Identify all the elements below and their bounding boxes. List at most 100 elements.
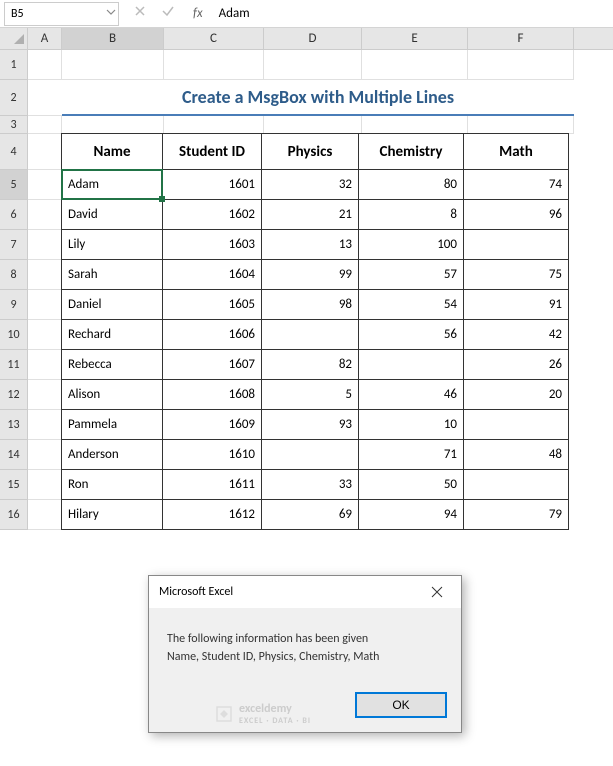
cell-math[interactable]: 26 (463, 349, 569, 380)
cell[interactable] (362, 50, 468, 80)
cell-math[interactable]: 74 (463, 169, 569, 200)
row-header-2[interactable]: 2 (0, 80, 28, 116)
cell[interactable] (28, 116, 62, 134)
col-header-D[interactable]: D (264, 28, 362, 49)
cell[interactable] (28, 134, 62, 170)
cell[interactable] (264, 116, 362, 134)
cells-area[interactable]: Create a MsgBox with Multiple Lines Name… (28, 50, 613, 530)
cell-math[interactable]: 79 (463, 499, 569, 530)
cell-id[interactable]: 1604 (162, 259, 262, 290)
cell-chemistry[interactable] (358, 349, 464, 380)
cell-id[interactable]: 1601 (162, 169, 262, 200)
col-header-A[interactable]: A (28, 28, 62, 49)
cell-id[interactable]: 1603 (162, 229, 262, 260)
chevron-down-icon[interactable] (106, 7, 116, 21)
cell[interactable] (362, 116, 468, 134)
cell-name[interactable]: Sarah (61, 259, 163, 290)
cell[interactable] (164, 116, 264, 134)
cell-chemistry[interactable]: 50 (358, 469, 464, 500)
name-box[interactable]: B5 (4, 2, 119, 26)
cell[interactable] (28, 320, 62, 350)
table-header-name[interactable]: Name (61, 133, 163, 170)
cell-name[interactable]: Adam (61, 169, 163, 200)
cell[interactable] (28, 470, 62, 500)
cell-name[interactable]: David (61, 199, 163, 230)
table-header-physics[interactable]: Physics (261, 133, 359, 170)
row-header-5[interactable]: 5 (0, 170, 28, 200)
cell[interactable] (468, 50, 574, 80)
col-header-E[interactable]: E (362, 28, 468, 49)
row-header-1[interactable]: 1 (0, 50, 28, 80)
cell[interactable] (28, 260, 62, 290)
cell-name[interactable]: Pammela (61, 409, 163, 440)
cell[interactable] (28, 170, 62, 200)
cell[interactable] (264, 50, 362, 80)
cell-physics[interactable]: 93 (261, 409, 359, 440)
cell-physics[interactable] (261, 439, 359, 470)
cell-name[interactable]: Hilary (61, 499, 163, 530)
cell-id[interactable]: 1602 (162, 199, 262, 230)
cell-id[interactable]: 1611 (162, 469, 262, 500)
row-header-15[interactable]: 15 (0, 470, 28, 500)
cell-id[interactable]: 1612 (162, 499, 262, 530)
cell-physics[interactable]: 13 (261, 229, 359, 260)
check-icon[interactable] (161, 4, 175, 23)
cell-chemistry[interactable]: 54 (358, 289, 464, 320)
cell-chemistry[interactable]: 56 (358, 319, 464, 350)
cell-chemistry[interactable]: 8 (358, 199, 464, 230)
cell-physics[interactable]: 5 (261, 379, 359, 410)
table-header-math[interactable]: Math (463, 133, 569, 170)
cell[interactable] (28, 440, 62, 470)
select-all-corner[interactable] (0, 28, 28, 49)
cell-id[interactable]: 1607 (162, 349, 262, 380)
cell-chemistry[interactable]: 100 (358, 229, 464, 260)
row-header-7[interactable]: 7 (0, 230, 28, 260)
cell-chemistry[interactable]: 57 (358, 259, 464, 290)
cell[interactable] (28, 80, 62, 116)
cell-physics[interactable]: 99 (261, 259, 359, 290)
cell-name[interactable]: Rebecca (61, 349, 163, 380)
cell-physics[interactable] (261, 319, 359, 350)
cell-math[interactable]: 91 (463, 289, 569, 320)
cell-math[interactable]: 20 (463, 379, 569, 410)
close-icon[interactable] (423, 582, 451, 602)
cell-chemistry[interactable]: 71 (358, 439, 464, 470)
cell-chemistry[interactable]: 46 (358, 379, 464, 410)
cell-name[interactable]: Ron (61, 469, 163, 500)
table-header-chemistry[interactable]: Chemistry (358, 133, 464, 170)
cell-math[interactable]: 96 (463, 199, 569, 230)
cell-name[interactable]: Lily (61, 229, 163, 260)
cell-math[interactable] (463, 409, 569, 440)
cell-chemistry[interactable]: 80 (358, 169, 464, 200)
cell-chemistry[interactable]: 10 (358, 409, 464, 440)
cell-id[interactable]: 1610 (162, 439, 262, 470)
cell-name[interactable]: Rechard (61, 319, 163, 350)
row-header-10[interactable]: 10 (0, 320, 28, 350)
cell-physics[interactable]: 69 (261, 499, 359, 530)
cell-physics[interactable]: 82 (261, 349, 359, 380)
cell-physics[interactable]: 98 (261, 289, 359, 320)
cell[interactable] (28, 290, 62, 320)
row-header-14[interactable]: 14 (0, 440, 28, 470)
row-header-12[interactable]: 12 (0, 380, 28, 410)
table-header-id[interactable]: Student ID (162, 133, 262, 170)
cell-name[interactable]: Anderson (61, 439, 163, 470)
cell-physics[interactable]: 21 (261, 199, 359, 230)
cell-name[interactable]: Daniel (61, 289, 163, 320)
row-header-8[interactable]: 8 (0, 260, 28, 290)
cell-math[interactable] (463, 469, 569, 500)
cell-id[interactable]: 1608 (162, 379, 262, 410)
cell-physics[interactable]: 33 (261, 469, 359, 500)
cell-chemistry[interactable]: 94 (358, 499, 464, 530)
cell-id[interactable]: 1609 (162, 409, 262, 440)
cell[interactable] (28, 350, 62, 380)
page-title[interactable]: Create a MsgBox with Multiple Lines (62, 80, 574, 116)
cell[interactable] (164, 50, 264, 80)
cell[interactable] (28, 50, 62, 80)
cell[interactable] (28, 230, 62, 260)
col-header-C[interactable]: C (164, 28, 264, 49)
cell[interactable] (62, 50, 164, 80)
cell[interactable] (62, 116, 164, 134)
cell[interactable] (28, 500, 62, 530)
cell[interactable] (28, 380, 62, 410)
